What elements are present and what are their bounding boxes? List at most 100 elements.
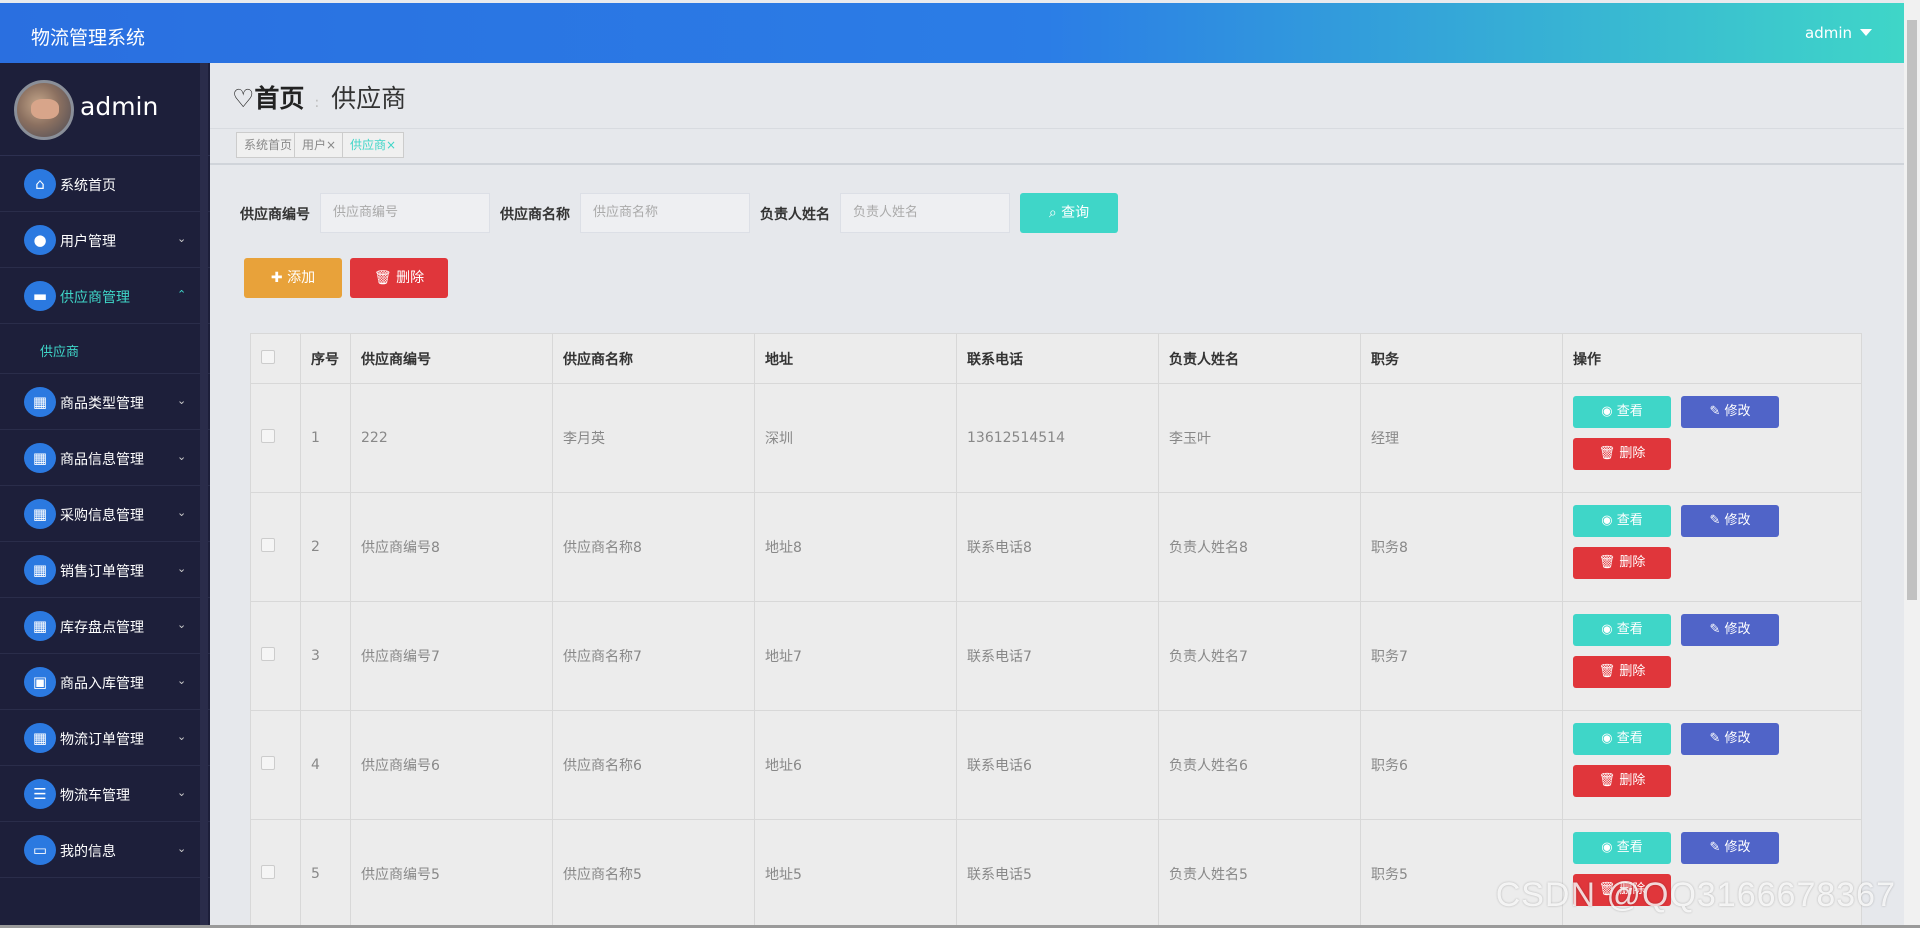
eye-icon: ◉	[1601, 404, 1617, 419]
sidebar-item[interactable]: ▦ 库存盘点管理 ⌄	[0, 598, 210, 654]
sidebar-item[interactable]: ▣ 商品入库管理 ⌄	[0, 654, 210, 710]
sidebar-subitem-supplier[interactable]: 供应商	[0, 324, 210, 374]
row-checkbox[interactable]	[261, 647, 275, 661]
select-all-checkbox[interactable]	[261, 349, 275, 364]
view-button[interactable]: ◉ 查看	[1573, 505, 1671, 537]
breadcrumb-home[interactable]: 首页	[254, 84, 304, 113]
batch-delete-button[interactable]: 🗑 删除	[350, 258, 448, 298]
cell-index: 1	[300, 383, 351, 493]
row-checkbox[interactable]	[261, 538, 275, 552]
supplier-name-input[interactable]: 供应商名称	[580, 193, 750, 233]
search-icon: ⌕	[1048, 205, 1062, 221]
table-header: 序号 供应商编号 供应商名称 地址 联系电话 负责人姓名 职务 操作	[250, 333, 1862, 384]
supplier-code-input[interactable]: 供应商编号	[320, 193, 490, 233]
sidebar-item[interactable]: ⌂ 系统首页	[0, 156, 210, 212]
cell-index: 3	[300, 601, 351, 711]
col-actions: 操作	[1562, 333, 1862, 384]
sidebar-item[interactable]: ▦ 商品类型管理 ⌄	[0, 374, 210, 430]
tab-user[interactable]: 用户×	[294, 132, 345, 158]
edit-icon: ✎	[1709, 840, 1725, 855]
col-phone: 联系电话	[956, 333, 1159, 384]
batch-delete-label: 删除	[396, 270, 425, 286]
edit-button[interactable]: ✎ 修改	[1681, 396, 1779, 428]
grid-icon: ▦	[24, 499, 56, 529]
cell-supplier-name: 供应商名称6	[552, 710, 755, 820]
sidebar-menu: ⌂ 系统首页 ● 用户管理 ⌄ ▬ 供应商管理 ⌃ 供应商 ▦ 商品类型管理 ⌄ ▦ 商品信息管理 ⌄ ▦ 采购…	[0, 156, 210, 878]
sidebar-item[interactable]: ● 用户管理 ⌄	[0, 212, 210, 268]
caret-down-icon	[1860, 29, 1872, 36]
cell-index: 5	[300, 819, 351, 928]
sidebar-item[interactable]: ▦ 商品信息管理 ⌄	[0, 430, 210, 486]
delete-button[interactable]: 🗑 删除	[1573, 547, 1671, 579]
view-button[interactable]: ◉ 查看	[1573, 832, 1671, 864]
query-button[interactable]: ⌕ 查询	[1020, 193, 1118, 233]
chevron-icon: ⌄	[177, 842, 187, 855]
grid-icon: ▦	[24, 611, 56, 641]
view-button[interactable]: ◉ 查看	[1573, 396, 1671, 428]
sidebar-item[interactable]: ▬ 供应商管理 ⌃	[0, 268, 210, 324]
cell-phone: 联系电话5	[956, 819, 1159, 928]
sidebar-item-label: 供应商管理	[60, 290, 130, 306]
sidebar-item-label: 商品信息管理	[60, 452, 144, 468]
cell-supplier-name: 供应商名称5	[552, 819, 755, 928]
top-bar: 物流管理系统 admin	[0, 3, 1904, 63]
supplier-table: 序号 供应商编号 供应商名称 地址 联系电话 负责人姓名 职务 操作 1 222 李…	[250, 333, 1862, 928]
delete-button[interactable]: 🗑 删除	[1573, 656, 1671, 688]
sidebar-scrollbar[interactable]	[200, 63, 208, 925]
delete-button[interactable]: 🗑 删除	[1573, 438, 1671, 470]
row-checkbox[interactable]	[261, 756, 275, 770]
view-label: 查看	[1616, 513, 1643, 528]
sidebar-item[interactable]: ☰ 物流车管理 ⌄	[0, 766, 210, 822]
cell-contact-name: 李玉叶	[1158, 383, 1361, 493]
home-icon: ⌂	[24, 169, 56, 199]
cell-contact-name: 负责人姓名6	[1158, 710, 1361, 820]
cell-position: 经理	[1360, 383, 1563, 493]
add-button[interactable]: ✚ 添加	[244, 258, 342, 298]
view-label: 查看	[1616, 404, 1643, 419]
contact-name-label: 负责人姓名	[760, 207, 830, 223]
col-supplier-code: 供应商编号	[350, 333, 553, 384]
edit-button[interactable]: ✎ 修改	[1681, 832, 1779, 864]
chevron-icon: ⌄	[177, 730, 187, 743]
sidebar-item-label: 库存盘点管理	[60, 620, 144, 636]
trash-icon: 🗑	[1598, 773, 1620, 788]
eye-icon: ◉	[1601, 622, 1617, 637]
tab-home[interactable]: 系统首页	[236, 132, 301, 158]
sidebar-item[interactable]: ▦ 销售订单管理 ⌄	[0, 542, 210, 598]
sidebar-user: admin	[0, 63, 210, 156]
cell-address: 地址5	[754, 819, 957, 928]
view-button[interactable]: ◉ 查看	[1573, 614, 1671, 646]
cell-contact-name: 负责人姓名5	[1158, 819, 1361, 928]
row-checkbox[interactable]	[261, 865, 275, 879]
edit-button[interactable]: ✎ 修改	[1681, 505, 1779, 537]
edit-button[interactable]: ✎ 修改	[1681, 614, 1779, 646]
grid-icon: ▦	[24, 723, 56, 753]
edit-label: 修改	[1724, 840, 1751, 855]
scrollbar-thumb[interactable]	[1907, 20, 1917, 600]
sidebar-item-label: 商品类型管理	[60, 396, 144, 412]
view-button[interactable]: ◉ 查看	[1573, 723, 1671, 755]
cell-supplier-code: 供应商编号7	[350, 601, 553, 711]
row-actions: ◉ 查看 ✎ 修改 🗑 删除	[1573, 493, 1861, 601]
app-title: 物流管理系统	[31, 27, 146, 49]
sidebar-item-label: 物流订单管理	[60, 732, 144, 748]
cell-address: 地址6	[754, 710, 957, 820]
chevron-icon: ⌃	[177, 288, 187, 301]
sidebar-item[interactable]: ▦ 采购信息管理 ⌄	[0, 486, 210, 542]
edit-icon: ✎	[1709, 513, 1725, 528]
sidebar-item[interactable]: ▦ 物流订单管理 ⌄	[0, 710, 210, 766]
user-menu[interactable]: admin	[1805, 24, 1872, 42]
row-checkbox[interactable]	[261, 429, 275, 443]
page-scrollbar[interactable]	[1904, 0, 1920, 928]
cell-supplier-code: 222	[350, 383, 553, 493]
query-button-label: 查询	[1061, 205, 1090, 221]
tab-supplier[interactable]: 供应商×	[342, 132, 405, 158]
sidebar-item[interactable]: ▭ 我的信息 ⌄	[0, 822, 210, 878]
edit-label: 修改	[1724, 731, 1751, 746]
delete-button[interactable]: 🗑 删除	[1573, 765, 1671, 797]
delete-label: 删除	[1619, 446, 1646, 461]
edit-button[interactable]: ✎ 修改	[1681, 723, 1779, 755]
sidebar-item-label: 销售订单管理	[60, 564, 144, 580]
cell-position: 职务7	[1360, 601, 1563, 711]
contact-name-input[interactable]: 负责人姓名	[840, 193, 1010, 233]
